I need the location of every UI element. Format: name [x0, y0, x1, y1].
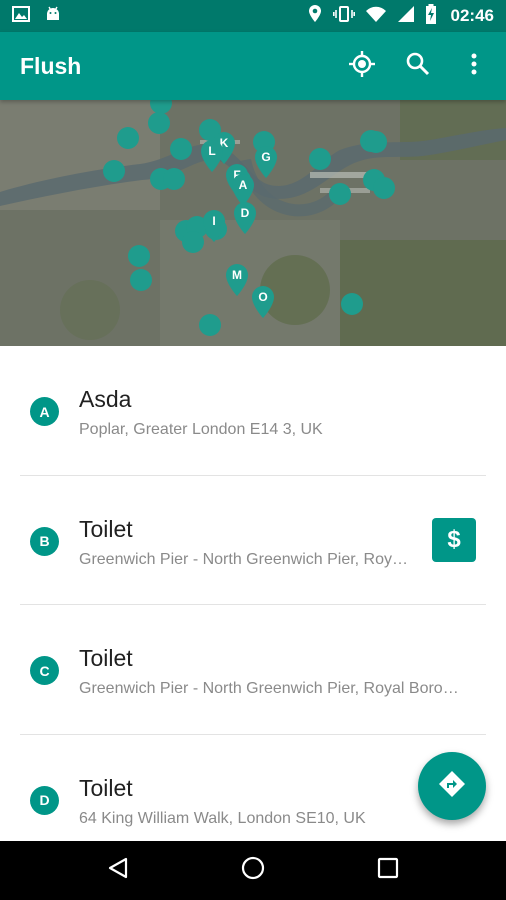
- place-name: Toilet: [79, 774, 133, 801]
- search-icon: [405, 51, 431, 82]
- map-cluster-marker[interactable]: [365, 131, 387, 153]
- image-icon: [12, 5, 30, 28]
- android-icon: [44, 5, 62, 28]
- map-marker-i[interactable]: I: [202, 210, 226, 242]
- map-view[interactable]: K L G F A D I M O: [0, 100, 506, 346]
- map-marker-o[interactable]: O: [251, 286, 275, 318]
- map-cluster-marker[interactable]: [199, 314, 221, 336]
- directions-fab[interactable]: [418, 752, 486, 820]
- place-address: Greenwich Pier - North Greenwich Pier, R…: [79, 550, 415, 568]
- app-bar: Flush: [0, 32, 506, 100]
- map-marker-label: G: [261, 150, 271, 164]
- recents-button[interactable]: [364, 847, 412, 895]
- list-item[interactable]: C Toilet Greenwich Pier - North Greenwic…: [0, 605, 506, 735]
- map-marker-m[interactable]: M: [225, 264, 249, 296]
- map-marker-label: I: [212, 214, 216, 228]
- map-cluster-marker[interactable]: [148, 112, 170, 134]
- map-cluster-marker[interactable]: [103, 160, 125, 182]
- place-letter-badge: A: [30, 397, 59, 426]
- map-marker-label: L: [208, 144, 216, 158]
- map-cluster-marker[interactable]: [309, 148, 331, 170]
- map-marker-label: D: [240, 206, 250, 220]
- map-cluster-marker[interactable]: [128, 245, 150, 267]
- map-cluster-marker[interactable]: [117, 127, 139, 149]
- directions-icon: [438, 770, 466, 803]
- place-name: Asda: [79, 386, 132, 412]
- overflow-menu-button[interactable]: [450, 42, 498, 90]
- home-icon: [240, 855, 266, 886]
- home-button[interactable]: [229, 847, 277, 895]
- map-marker-label: M: [232, 268, 242, 282]
- status-bar: 02:46: [0, 0, 506, 32]
- place-letter-badge: B: [30, 526, 59, 556]
- map-marker-label: A: [238, 178, 248, 192]
- map-marker-label: O: [258, 290, 268, 304]
- search-button[interactable]: [394, 42, 442, 90]
- place-name: Toilet: [79, 515, 133, 542]
- back-button[interactable]: [94, 847, 142, 895]
- map-cluster-marker[interactable]: [182, 231, 204, 253]
- back-icon: [106, 856, 130, 885]
- battery-charging-icon: [425, 3, 437, 29]
- map-cluster-marker[interactable]: [130, 269, 152, 291]
- status-time: 02:46: [450, 6, 494, 25]
- map-marker-l[interactable]: L: [200, 140, 224, 172]
- app-title: Flush: [20, 52, 82, 79]
- map-marker-g[interactable]: G: [254, 146, 278, 178]
- my-location-icon: [348, 50, 376, 83]
- signal-icon: [397, 5, 415, 28]
- place-address: Poplar, Greater London E14 3, UK: [79, 421, 323, 438]
- place-address: Greenwich Pier - North Greenwich Pier, R…: [79, 680, 459, 697]
- place-letter-badge: C: [30, 656, 59, 685]
- map-cluster-marker[interactable]: [341, 293, 363, 315]
- map-cluster-marker[interactable]: [163, 168, 185, 190]
- place-address: 64 King William Walk, London SE10, UK: [79, 809, 366, 827]
- map-cluster-marker[interactable]: [373, 177, 395, 199]
- map-cluster-marker[interactable]: [170, 138, 192, 160]
- location-icon: [307, 4, 323, 29]
- recents-icon: [377, 857, 399, 884]
- list-item[interactable]: A Asda Poplar, Greater London E14 3, UK: [0, 346, 506, 476]
- place-letter-badge: D: [30, 785, 59, 815]
- map-marker-d[interactable]: D: [233, 202, 257, 234]
- map-cluster-marker[interactable]: [329, 183, 351, 205]
- list-item[interactable]: B Toilet Greenwich Pier - North Greenwic…: [0, 476, 506, 605]
- more-vert-icon: [470, 52, 478, 81]
- place-name: Toilet: [79, 645, 133, 671]
- vibrate-icon: [332, 5, 355, 28]
- system-nav-bar: [0, 841, 506, 900]
- my-location-button[interactable]: [338, 42, 386, 90]
- wifi-icon: [365, 5, 387, 28]
- paid-toilet-badge[interactable]: $: [432, 518, 476, 562]
